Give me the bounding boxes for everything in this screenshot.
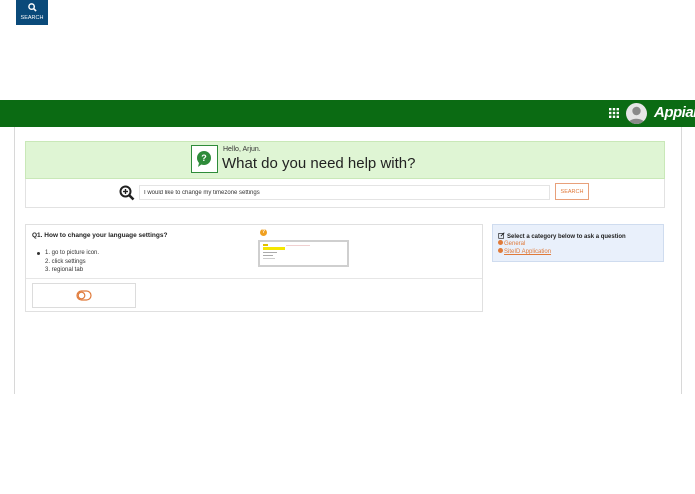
toggle-icon[interactable] — [76, 290, 92, 301]
list-item: 2. click settings — [37, 258, 99, 267]
screenshot-thumbnail[interactable] — [258, 240, 349, 267]
nav-tab-label: CONFIGURE — [65, 15, 99, 21]
step-text: 3. regional tab — [45, 267, 84, 273]
answer-steps: 1. go to picture icon. 2. click settings… — [37, 249, 99, 275]
nav-tab-configure[interactable]: CONFIGURE — [62, 0, 102, 27]
help-badge-icon[interactable]: ? — [260, 229, 267, 236]
category-link-siteid[interactable]: SiteID Application — [498, 248, 551, 255]
app-grid-icon[interactable] — [609, 108, 619, 118]
search-zoom-icon — [119, 185, 135, 201]
category-title: Select a category below to ask a questio… — [498, 232, 626, 240]
brand-logo: Appian — [654, 104, 695, 121]
edit-icon — [112, 0, 150, 14]
nav-tab-label: SEARCH — [20, 15, 44, 21]
bullet-icon — [498, 240, 503, 245]
edit-icon — [498, 232, 505, 239]
bullet-icon — [498, 248, 503, 253]
svg-text:?: ? — [201, 153, 207, 163]
search-input[interactable] — [139, 185, 550, 200]
nav-tab-search[interactable]: SEARCH — [16, 0, 48, 27]
nav-tab-label: QUESTIONS — [114, 15, 148, 21]
step-text: 1. go to picture icon. — [45, 250, 100, 256]
top-navbar — [0, 100, 695, 127]
user-avatar[interactable] — [626, 103, 647, 124]
list-item: 3. regional tab — [37, 266, 99, 275]
nav-tab-questions[interactable]: QUESTIONS — [112, 0, 150, 27]
greeting-text: Hello, Arjun. — [223, 146, 261, 153]
question-title[interactable]: Q1. How to change your language settings… — [32, 232, 167, 239]
search-icon — [16, 0, 48, 14]
category-label: General — [504, 241, 526, 247]
category-link-general[interactable]: General — [498, 240, 525, 247]
list-item: 1. go to picture icon. — [37, 249, 99, 258]
category-label: SiteID Application — [504, 249, 552, 255]
gears-icon — [62, 0, 102, 14]
help-chat-icon: ? — [191, 145, 218, 173]
card-divider — [26, 278, 482, 279]
search-button[interactable]: SEARCH — [555, 183, 589, 200]
page-headline: What do you need help with? — [222, 155, 416, 172]
step-text: 2. click settings — [45, 258, 86, 265]
